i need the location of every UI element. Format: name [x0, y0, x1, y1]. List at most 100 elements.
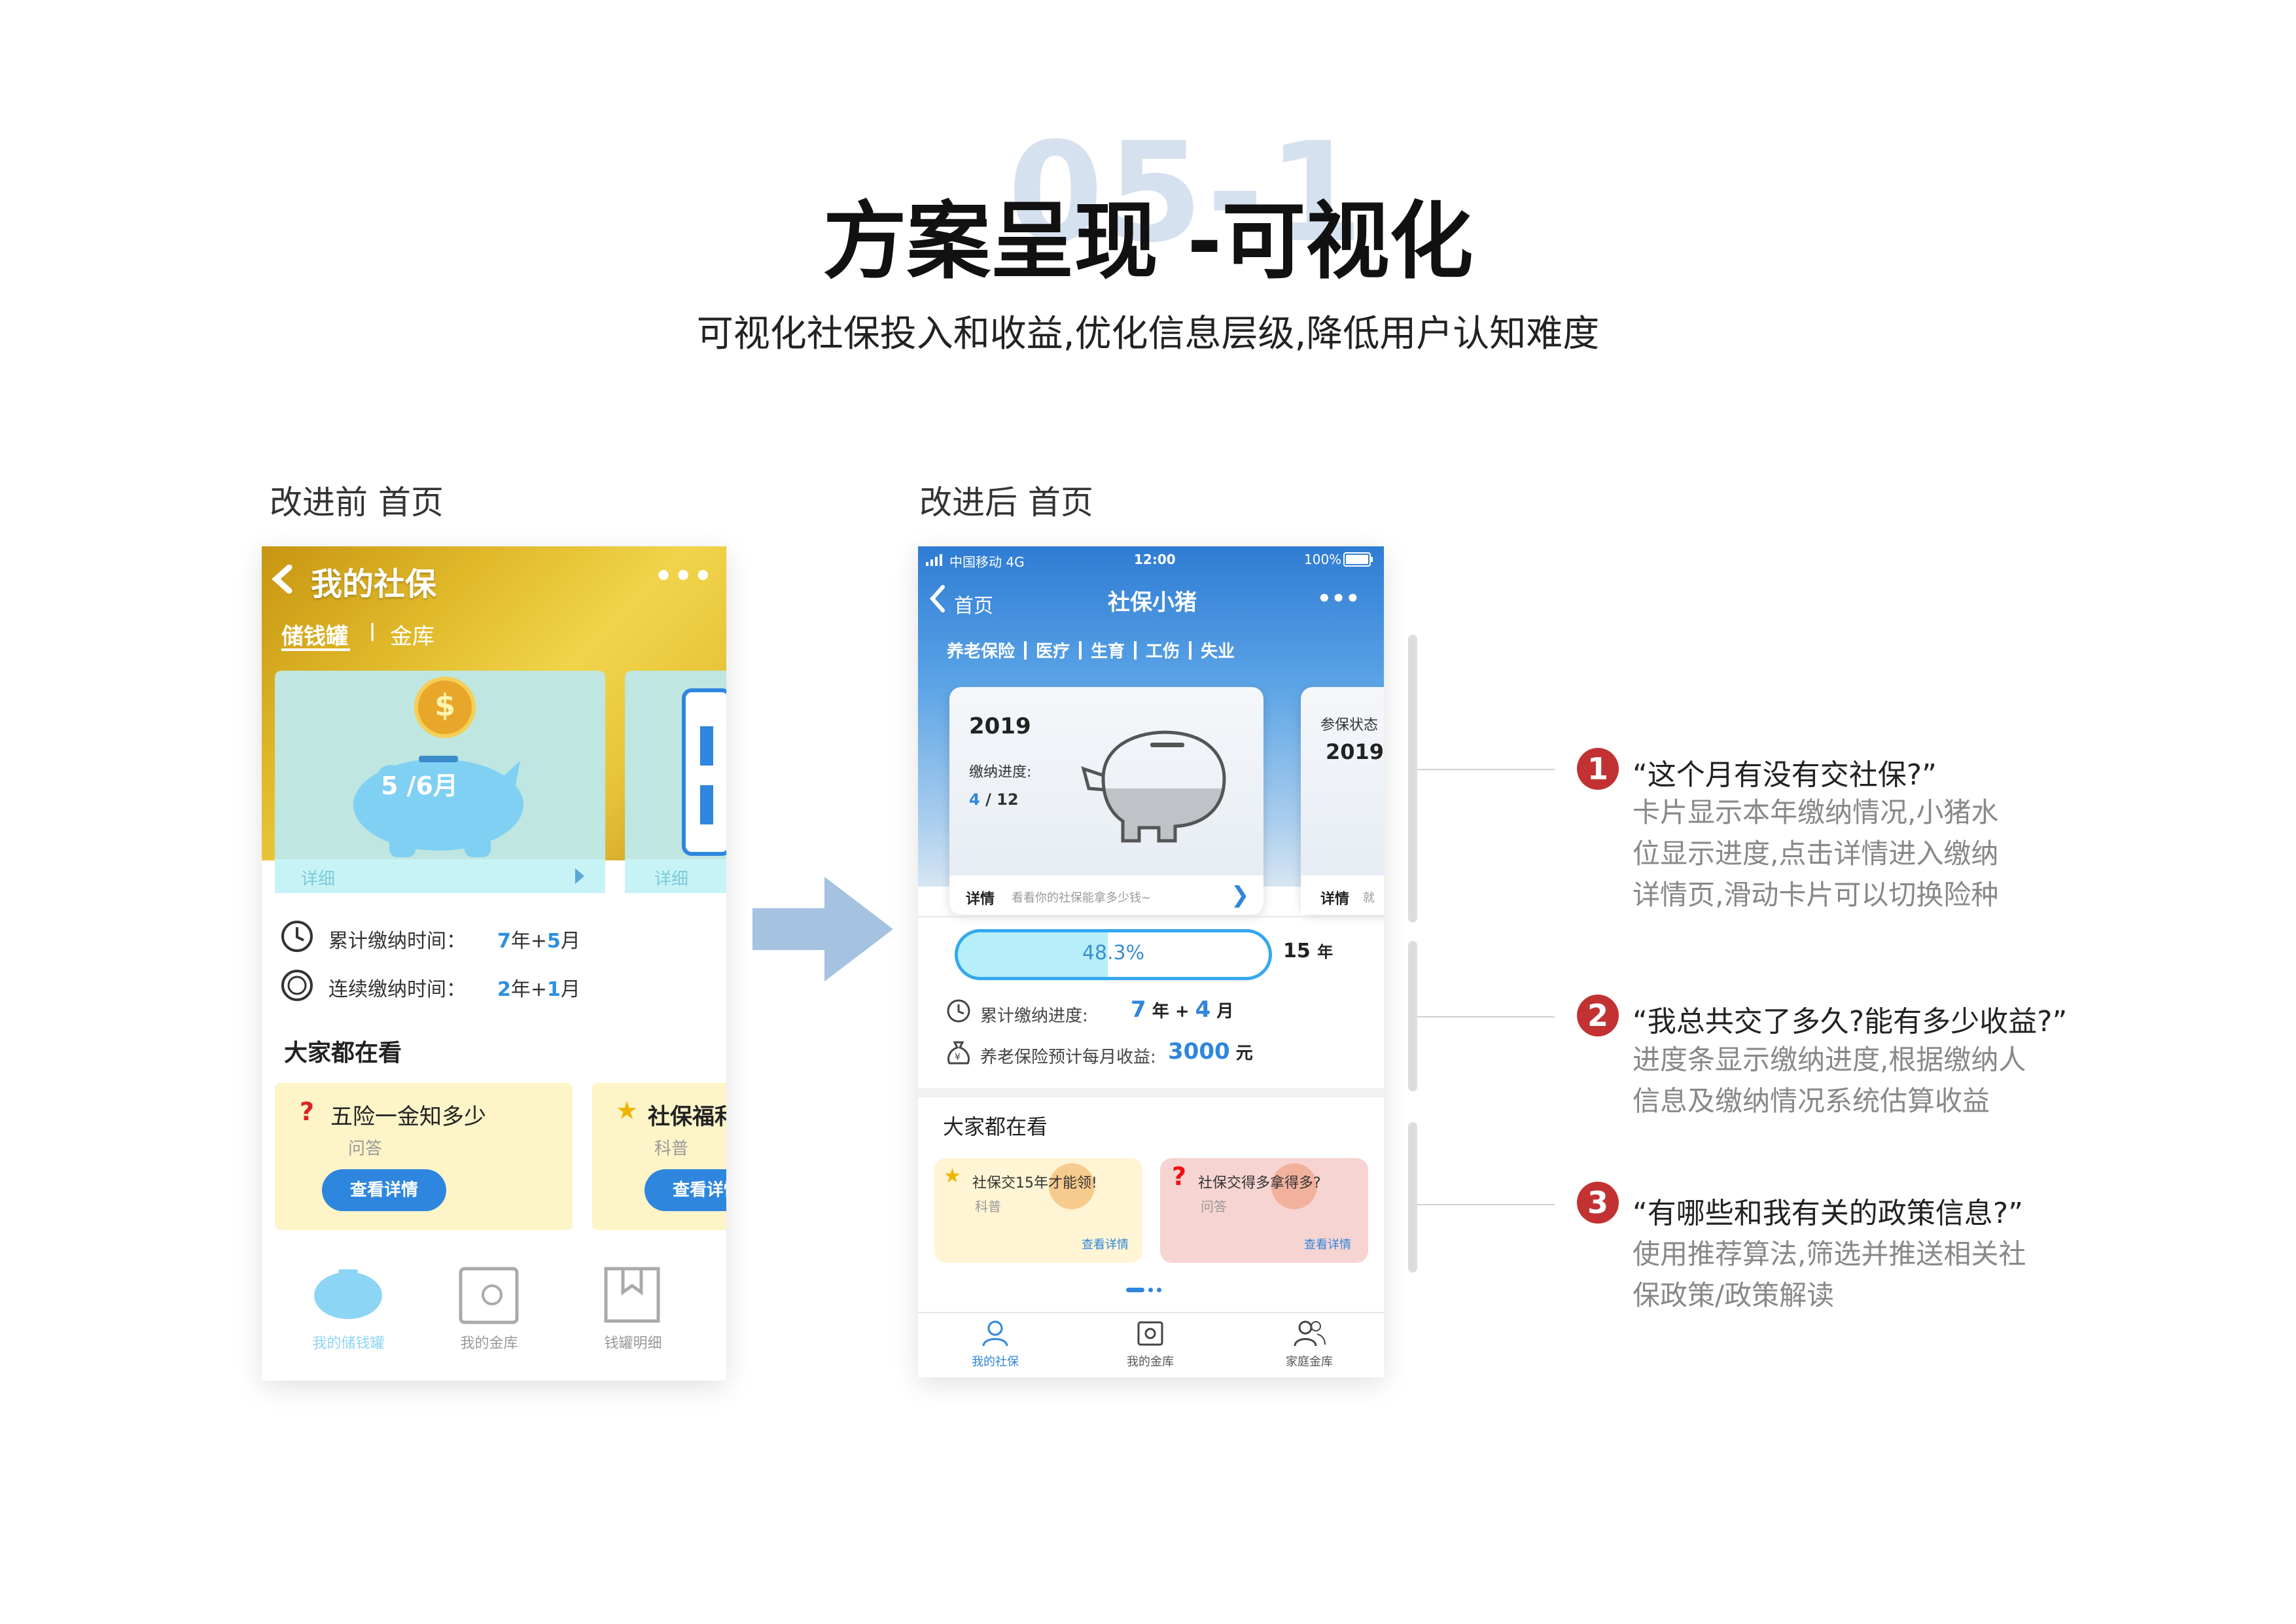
old-detail-bar-2[interactable]: 详细 [625, 859, 726, 893]
question-icon: ? [300, 1097, 315, 1126]
tab-label-piggy[interactable]: 我的储钱罐 [288, 1332, 409, 1352]
section-gap [918, 1088, 1384, 1097]
tab-piggy-bank[interactable]: 储钱罐 [281, 618, 348, 650]
tab-vault[interactable]: 金库 [390, 618, 434, 650]
annotation-badge-3: 3 [1577, 1182, 1619, 1224]
money-bag-icon: ¥ [947, 1041, 970, 1065]
back-chevron-icon[interactable] [270, 565, 296, 593]
status-detail-hint: 就 [1363, 891, 1375, 905]
tab-ledger-icon[interactable] [603, 1266, 662, 1325]
cumulative-progress-label: 累计缴纳进度: [980, 1006, 1088, 1026]
new-app-title: 社保小猪 [1108, 590, 1197, 616]
tab-safe-icon[interactable] [458, 1266, 520, 1325]
back-label[interactable]: 首页 [954, 590, 993, 618]
tab-safe-icon[interactable] [1136, 1320, 1165, 1349]
cumulative-value: 7年+5月 [497, 930, 580, 953]
before-label: 改进前 首页 [270, 484, 444, 521]
tab-piggy-icon[interactable] [309, 1263, 387, 1325]
card-detail-bar[interactable]: 详情 看看你的社保能拿多少钱~ ❯ [949, 875, 1263, 915]
tab-injury[interactable]: 工伤 [1146, 638, 1180, 662]
piggy-water-level-icon [1081, 730, 1226, 843]
tab-separator [1189, 641, 1192, 660]
tab-user-icon[interactable] [980, 1318, 1010, 1349]
divider [918, 916, 1384, 917]
connector-line-2 [1417, 1016, 1555, 1017]
piggy-progress: 5 /6月 [381, 771, 458, 800]
tab-family-icon[interactable] [1291, 1318, 1328, 1349]
detail-label: 详细 [301, 870, 336, 889]
page-title: 方案呈现 -可视化 [822, 193, 1474, 291]
tab-medical[interactable]: 医疗 [1036, 638, 1070, 662]
rec-tag: 问答 [348, 1139, 383, 1159]
annotation-desc-1: 卡片显示本年缴纳情况,小猪水 位显示进度,点击详情进入缴纳 详情页,滑动卡片可以切换… [1633, 796, 1999, 911]
view-detail-button-2[interactable]: 查看详情 [645, 1169, 726, 1211]
annotation-desc-3: 使用推荐算法,筛选并推送相关社 保政策/政策解读 [1633, 1238, 2026, 1311]
continuous-label: 连续缴纳时间： [328, 978, 466, 1001]
progress-target: 15 年 [1283, 940, 1333, 962]
new-section-title: 大家都在看 [943, 1114, 1048, 1139]
svg-text:¥: ¥ [955, 1052, 961, 1063]
chevron-right-icon [575, 868, 584, 884]
battery-icon [1343, 552, 1373, 567]
clock-icon [947, 999, 970, 1023]
insurance-category-tabs: 养老保险 医疗 生育 工伤 失业 [947, 638, 1235, 662]
cumulative-progress-value: 7 年 + 4 月 [1131, 997, 1234, 1023]
rec-title-2: 社保福利 [648, 1104, 726, 1130]
old-rec-card-2[interactable]: ★ 社保福利 科普 查看详情 [592, 1083, 726, 1230]
rec-title: 社保交15年才能领! [972, 1175, 1097, 1192]
arrow-right-icon [752, 877, 893, 981]
back-chevron-icon[interactable] [927, 584, 947, 613]
payment-progress-bar: 48.3% [955, 929, 1272, 980]
view-detail-link[interactable]: 查看详情 [1082, 1235, 1129, 1252]
detail-hint: 看看你的社保能拿多少钱~ [1012, 891, 1152, 905]
new-rec-card-2[interactable]: ? 社保交得多拿得多? 问答 查看详情 [1160, 1158, 1368, 1263]
signal-icon [926, 554, 942, 566]
clock-text: 12:00 [1134, 552, 1176, 567]
detail-label: 详情 [966, 891, 995, 908]
old-rec-card-1[interactable]: ? 五险一金知多少 问答 查看详情 [275, 1083, 573, 1230]
tab-label-ledger[interactable]: 钱罐明细 [573, 1332, 694, 1352]
rec-title: 五险一金知多少 [330, 1104, 486, 1130]
status-detail-bar[interactable]: 详情 就 [1301, 875, 1384, 915]
monthly-income-value: 3000 元 [1168, 1038, 1253, 1065]
old-app-title: 我的社保 [311, 566, 437, 603]
rec-tag-2: 问答 [1201, 1199, 1227, 1214]
progress-percent: 48.3% [1082, 942, 1145, 964]
chevron-right-icon: ❯ [1231, 882, 1250, 908]
old-detail-bar[interactable]: 详细 [275, 859, 605, 893]
after-label: 改进后 首页 [919, 484, 1093, 521]
view-detail-link-2[interactable]: 查看详情 [1304, 1235, 1351, 1252]
scroll-indicator-2 [1408, 941, 1417, 1091]
annotation-badge-1: 1 [1577, 748, 1619, 790]
clock-icon [281, 921, 313, 952]
page-indicator [1126, 1288, 1161, 1292]
scroll-indicator-3 [1408, 1122, 1417, 1273]
view-detail-button[interactable]: 查看详情 [322, 1169, 446, 1211]
tab-separator [1079, 641, 1082, 660]
more-icon[interactable]: ••• [1317, 586, 1360, 612]
cumulative-label: 累计缴纳时间： [328, 930, 466, 953]
tab-label-my-vault[interactable]: 我的金库 [1104, 1352, 1196, 1369]
status-card-year: 2019 [1326, 739, 1384, 764]
status-card-label: 参保状态 [1320, 717, 1379, 733]
active-tab-indicator [281, 648, 350, 651]
tab-label-my-insurance[interactable]: 我的社保 [949, 1352, 1041, 1369]
tab-divider: | [369, 620, 376, 641]
tab-unemployment[interactable]: 失业 [1201, 638, 1235, 662]
vault-tube-icon [682, 688, 726, 856]
annotation-desc-2: 进度条显示缴纳进度,根据缴纳人 信息及缴纳情况系统估算收益 [1633, 1044, 2026, 1117]
more-icon[interactable]: ••• [654, 559, 713, 593]
tabbar-divider [918, 1312, 1384, 1313]
tab-label-vault[interactable]: 我的金库 [429, 1332, 550, 1352]
tab-pension[interactable]: 养老保险 [947, 638, 1015, 662]
detail-label-2: 详细 [654, 870, 689, 889]
carrier-text: 中国移动 4G [949, 554, 1025, 570]
tab-separator [1134, 641, 1137, 660]
tab-label-family-vault[interactable]: 家庭金库 [1263, 1352, 1355, 1369]
monthly-income-label: 养老保险预计每月收益: [980, 1048, 1156, 1067]
timer-icon [281, 970, 313, 1001]
tab-maternity[interactable]: 生育 [1091, 638, 1125, 662]
new-rec-card-1[interactable]: ★ 社保交15年才能领! 科普 查看详情 [934, 1158, 1142, 1263]
status-detail-label: 详情 [1320, 891, 1350, 908]
annotation-question-1: “这个月有没有交社保?” [1633, 758, 1937, 792]
